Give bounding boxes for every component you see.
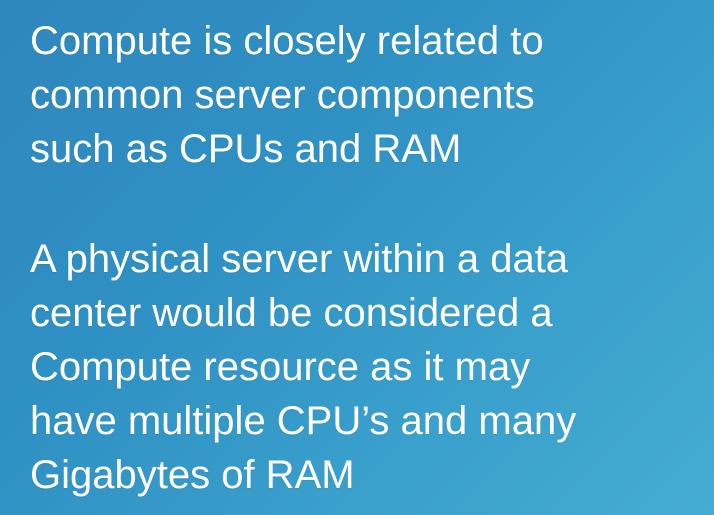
text-line: center would be considered a	[30, 291, 553, 335]
text-line: common server components	[30, 73, 535, 117]
text-line: Compute is closely related to	[30, 19, 544, 63]
text-line: such as CPUs and RAM	[30, 127, 462, 171]
text-line: Compute resource as it may	[30, 345, 531, 389]
text-line: Gigabytes of RAM	[30, 453, 355, 497]
slide-canvas: Compute is closely related to common ser…	[0, 0, 714, 515]
compute-definition-paragraph: Compute is closely related to common ser…	[30, 14, 710, 176]
text-line: A physical server within a data	[30, 237, 569, 281]
physical-server-example-paragraph: A physical server within a data center w…	[30, 232, 710, 502]
text-line: have multiple CPU’s and many	[30, 399, 577, 443]
